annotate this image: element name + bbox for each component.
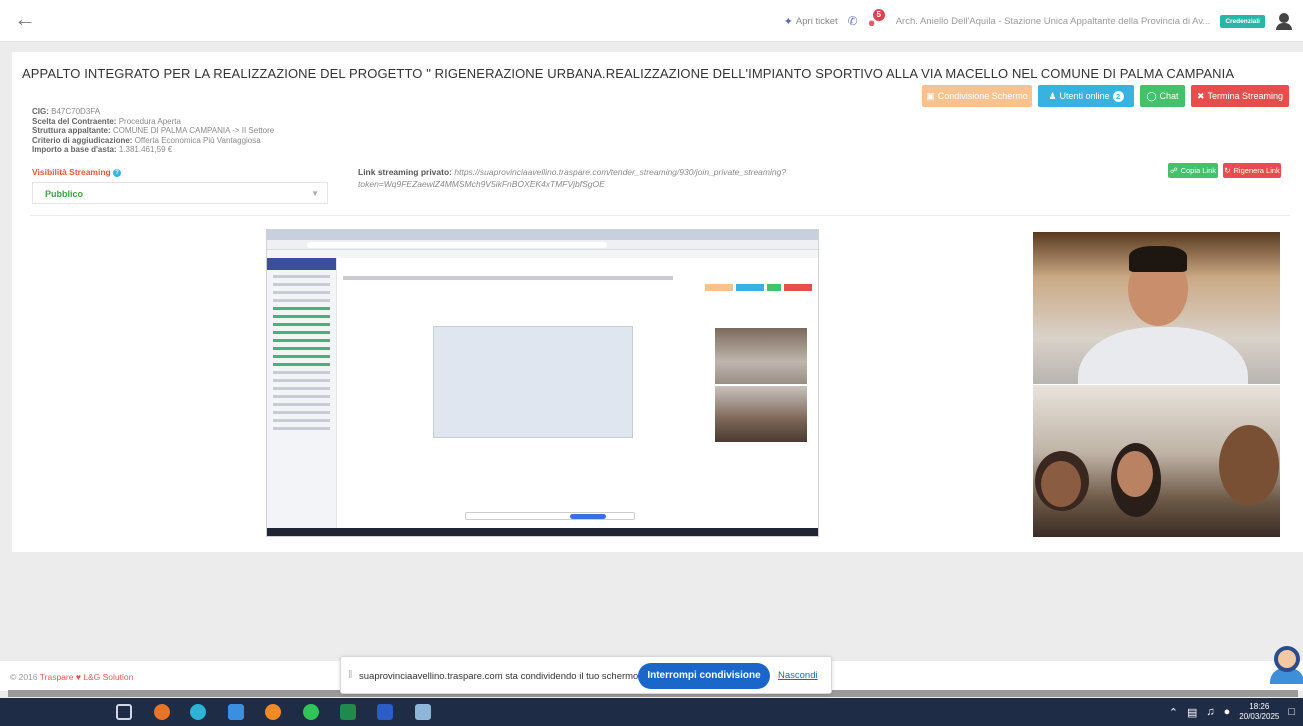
streaming-actions: ▣ Condivisione Schermo ♟ Utenti online 2… bbox=[922, 85, 1289, 107]
procedure-value: Procedura Aperta bbox=[118, 116, 181, 126]
visibility-select[interactable]: Pubblico ▼ bbox=[32, 182, 328, 204]
procedure-label: Scelta del Contraente: bbox=[32, 116, 117, 126]
struttura-label: Struttura appaltante: bbox=[32, 126, 111, 135]
top-right-toolbar: ✦ Apri ticket ✆ ● 5 Arch. Aniello Dell'A… bbox=[784, 8, 1293, 34]
criterio-label: Criterio di aggiudicazione: bbox=[32, 135, 133, 145]
hide-link[interactable]: Nascondi bbox=[778, 670, 818, 681]
screen-share-notification: ‖ suaprovinciaavellino.traspare.com sta … bbox=[340, 656, 832, 694]
user-name[interactable]: Arch. Aniello Dell'Aquila - Stazione Uni… bbox=[896, 16, 1211, 27]
store-icon[interactable] bbox=[228, 704, 244, 720]
preview-share-bar bbox=[465, 512, 635, 520]
word-icon[interactable] bbox=[377, 704, 393, 720]
excel-icon[interactable] bbox=[340, 704, 356, 720]
clock-date: 20/03/2025 bbox=[1239, 712, 1280, 721]
notifications-button[interactable]: ● 5 bbox=[868, 9, 886, 31]
visibility-label-text: Visibilità Streaming bbox=[32, 167, 111, 177]
chat-icon: ◯ bbox=[1146, 90, 1157, 101]
chevron-down-icon: ▼ bbox=[311, 189, 319, 198]
participant-video-1 bbox=[1033, 232, 1280, 384]
screen-share-label: Condivisione Schermo bbox=[937, 91, 1028, 101]
end-streaming-label: Termina Streaming bbox=[1207, 91, 1284, 101]
streaming-card: APPALTO INTEGRATO PER LA REALIZZAZIONE D… bbox=[12, 52, 1303, 552]
firefox-icon[interactable] bbox=[265, 704, 281, 720]
chrome-icon[interactable] bbox=[154, 704, 170, 720]
ticket-icon: ✦ bbox=[783, 15, 793, 28]
task-view-icon[interactable] bbox=[116, 704, 132, 720]
preview-taskbar bbox=[267, 528, 818, 536]
open-ticket-link[interactable]: ✦ Apri ticket bbox=[784, 15, 838, 28]
copy-link-label: Copia Link bbox=[1180, 166, 1217, 175]
system-tray: ⌃ ▤ ♫ ● 18:26 20/03/2025 □ bbox=[1169, 702, 1295, 722]
link-icon: ☍ bbox=[1169, 166, 1178, 175]
chat-label: Chat bbox=[1159, 91, 1179, 101]
copy-link-button[interactable]: ☍ Copia Link bbox=[1168, 163, 1218, 178]
notifications-badge: 5 bbox=[872, 9, 885, 21]
user-avatar-icon[interactable] bbox=[1275, 12, 1293, 30]
regenerate-link-button[interactable]: ↻ Rigenera Link bbox=[1223, 163, 1281, 178]
users-icon: ♟ bbox=[1048, 90, 1057, 101]
importo-value: 1.381.461,59 € bbox=[118, 145, 173, 154]
users-online-label: Utenti online bbox=[1059, 91, 1110, 101]
shared-screen-preview bbox=[266, 229, 819, 537]
importo-label: Importo a base d'asta: bbox=[32, 145, 117, 154]
copyright: © 2016 Traspare ♥ L&G Solution bbox=[10, 672, 133, 682]
credentials-badge[interactable]: Credenziali bbox=[1220, 14, 1265, 28]
heart-icon: ♥ bbox=[75, 672, 81, 682]
criterio-value: Offerta Economica Più Vantaggiosa bbox=[134, 135, 261, 145]
stop-sharing-button[interactable]: Interrompi condivisione bbox=[638, 663, 770, 689]
tender-info: CIG: B47C70D3FA Scelta del Contraente: P… bbox=[32, 107, 274, 155]
preview-browser-tabs bbox=[267, 230, 818, 240]
drag-handle-icon[interactable]: ‖ bbox=[348, 669, 353, 681]
preview-nested-stream bbox=[433, 326, 808, 508]
private-link-label: Link streaming privato: bbox=[358, 167, 452, 177]
traspare-link[interactable]: Traspare bbox=[40, 672, 74, 682]
company-link[interactable]: L&G Solution bbox=[83, 672, 133, 682]
back-arrow-icon[interactable]: ← bbox=[14, 8, 36, 30]
windows-taskbar: ⌃ ▤ ♫ ● 18:26 20/03/2025 □ bbox=[0, 698, 1303, 726]
edge-icon[interactable] bbox=[190, 704, 206, 720]
chevron-up-icon[interactable]: ⌃ bbox=[1169, 706, 1178, 719]
preview-sidebar bbox=[267, 258, 337, 528]
copyright-prefix: © 2016 bbox=[10, 672, 38, 682]
top-bar: ← ✦ Apri ticket ✆ ● 5 Arch. Aniello Dell… bbox=[0, 0, 1303, 42]
clock[interactable]: 18:26 20/03/2025 bbox=[1239, 702, 1279, 722]
struttura-value: COMUNE DI PALMA CAMPANIA -> II Settore bbox=[112, 126, 275, 135]
end-streaming-button[interactable]: ✖ Termina Streaming bbox=[1191, 85, 1289, 107]
chat-button[interactable]: ◯ Chat bbox=[1140, 85, 1185, 107]
app-icon[interactable] bbox=[415, 704, 431, 720]
users-online-count: 2 bbox=[1112, 90, 1124, 102]
regenerate-link-label: Rigenera Link bbox=[1233, 166, 1280, 175]
cig-label: CIG: bbox=[32, 107, 49, 116]
phone-icon[interactable]: ✆ bbox=[848, 14, 858, 28]
assistant-avatar-icon[interactable] bbox=[1268, 642, 1303, 684]
share-message: suaprovinciaavellino.traspare.com sta co… bbox=[359, 671, 641, 682]
open-ticket-label: Apri ticket bbox=[795, 15, 838, 27]
preview-page bbox=[267, 258, 818, 528]
volume-icon[interactable]: ♫ bbox=[1206, 706, 1214, 718]
whatsapp-icon[interactable] bbox=[303, 704, 319, 720]
stop-icon: ✖ bbox=[1196, 90, 1205, 101]
users-online-button[interactable]: ♟ Utenti online 2 bbox=[1038, 85, 1134, 107]
tender-title: APPALTO INTEGRATO PER LA REALIZZAZIONE D… bbox=[22, 66, 1235, 81]
visibility-value: Pubblico bbox=[45, 189, 83, 199]
preview-address-bar bbox=[267, 240, 818, 250]
participant-video-2 bbox=[1033, 385, 1280, 537]
cig-value: B47C70D3FA bbox=[51, 107, 101, 116]
notification-center-icon[interactable]: □ bbox=[1288, 706, 1295, 718]
help-icon[interactable]: ? bbox=[113, 168, 122, 177]
clock-time: 18:26 bbox=[1249, 702, 1270, 711]
preview-main bbox=[339, 258, 818, 528]
private-link: Link streaming privato: https://suaprovi… bbox=[358, 166, 798, 190]
visibility-label: Visibilità Streaming ? bbox=[32, 167, 122, 177]
refresh-icon: ↻ bbox=[1224, 166, 1231, 175]
monitor-icon: ▣ bbox=[926, 90, 935, 101]
screen-share-button[interactable]: ▣ Condivisione Schermo bbox=[922, 85, 1032, 107]
divider bbox=[30, 215, 1290, 216]
preview-bookmarks bbox=[267, 250, 818, 258]
microphone-icon[interactable]: ● bbox=[1224, 706, 1231, 718]
network-icon[interactable]: ▤ bbox=[1187, 706, 1197, 719]
